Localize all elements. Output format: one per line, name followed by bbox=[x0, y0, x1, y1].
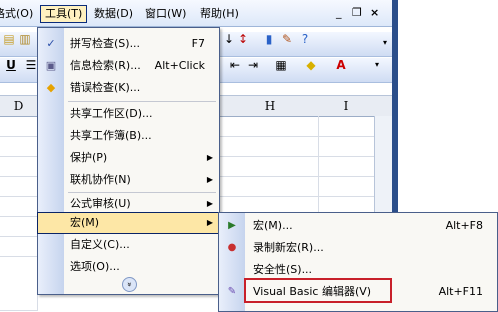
align-icon[interactable]: ☰ bbox=[24, 58, 38, 72]
toolbar-options-icon[interactable]: ▾ bbox=[378, 36, 392, 50]
fill-color-icon[interactable]: ◆ bbox=[304, 58, 318, 72]
menu-tools[interactable]: 工具(T) bbox=[40, 5, 88, 23]
submenu-arrow-icon: ▶ bbox=[206, 218, 213, 227]
expand-chevron-icon: » bbox=[122, 277, 137, 292]
menu-item-formula-auditing[interactable]: 公式审核(U) ▶ bbox=[38, 194, 219, 214]
submenu-item-security[interactable]: 安全性(S)... bbox=[219, 259, 497, 281]
research-icon: ▣ bbox=[45, 59, 57, 72]
menu-item-online-collaboration[interactable]: 联机协作(N) ▶ bbox=[38, 170, 219, 190]
submenu-item-record-macro[interactable]: ● 录制新宏(R)... bbox=[219, 237, 497, 259]
tools-menu: ✓ 拼写检查(S)... F7 ▣ 信息检索(R)... Alt+Click ◆… bbox=[37, 27, 220, 295]
restore-button[interactable]: ❐ bbox=[352, 6, 362, 19]
menu-item-shared-workbook[interactable]: 共享工作簿(B)... bbox=[38, 126, 219, 146]
record-icon: ● bbox=[227, 242, 237, 253]
menu-help[interactable]: 帮助(H) bbox=[196, 6, 243, 22]
vb-editor-icon: ✎ bbox=[227, 286, 237, 297]
spelling-icon: ✓ bbox=[46, 37, 56, 50]
menu-item-macro[interactable]: 宏(M) ▶ bbox=[37, 212, 220, 234]
macro-submenu: ▶ 宏(M)... Alt+F8 ● 录制新宏(R)... 安全性(S)... … bbox=[218, 212, 498, 312]
drawing-icon[interactable]: ✎ bbox=[280, 32, 294, 46]
sort-desc-icon[interactable]: ↓ bbox=[222, 32, 236, 46]
close-button[interactable]: × bbox=[370, 6, 379, 19]
submenu-arrow-icon: ▶ bbox=[206, 153, 213, 162]
submenu-item-macros[interactable]: ▶ 宏(M)... Alt+F8 bbox=[219, 215, 497, 237]
paste-icon[interactable]: ▥ bbox=[18, 32, 32, 46]
toolbar-more-icon[interactable]: ▾ bbox=[370, 58, 384, 72]
copy-icon[interactable]: ▤ bbox=[2, 32, 16, 46]
help-icon[interactable]: ? bbox=[298, 32, 312, 46]
menu-bar: 格式(O) 工具(T) 数据(D) 窗口(W) 帮助(H) _ ❐ × bbox=[0, 0, 392, 27]
menu-item-spelling[interactable]: ✓ 拼写检查(S)... F7 bbox=[38, 34, 219, 54]
font-color-icon[interactable]: A bbox=[334, 58, 348, 72]
menu-item-protection[interactable]: 保护(P) ▶ bbox=[38, 148, 219, 168]
sort-icon[interactable]: ↕ bbox=[236, 32, 250, 46]
menu-window[interactable]: 窗口(W) bbox=[141, 6, 190, 22]
menu-item-error-check[interactable]: ◆ 错误检查(K)... bbox=[38, 78, 219, 98]
indent-icon[interactable]: ⇤ bbox=[228, 58, 242, 72]
menu-item-research[interactable]: ▣ 信息检索(R)... Alt+Click bbox=[38, 56, 219, 76]
menu-format[interactable]: 格式(O) bbox=[0, 6, 37, 22]
menu-item-customize[interactable]: 自定义(C)... bbox=[38, 235, 219, 255]
submenu-arrow-icon: ▶ bbox=[206, 199, 213, 208]
minimize-button[interactable]: _ bbox=[336, 6, 342, 19]
error-check-icon: ◆ bbox=[46, 81, 56, 94]
submenu-arrow-icon: ▶ bbox=[206, 175, 213, 184]
submenu-item-vb-editor[interactable]: ✎ Visual Basic 编辑器(V) Alt+F11 bbox=[219, 281, 497, 303]
run-macro-icon: ▶ bbox=[228, 220, 236, 231]
menu-expand[interactable]: » bbox=[38, 274, 219, 294]
menu-data[interactable]: 数据(D) bbox=[90, 6, 137, 22]
borders-icon[interactable]: ▦ bbox=[274, 58, 288, 72]
underline-icon[interactable]: U bbox=[4, 58, 18, 72]
outdent-icon[interactable]: ⇥ bbox=[246, 58, 260, 72]
menu-item-shared-workspace[interactable]: 共享工作区(D)... bbox=[38, 104, 219, 124]
chart-icon[interactable]: ▮ bbox=[262, 32, 276, 46]
